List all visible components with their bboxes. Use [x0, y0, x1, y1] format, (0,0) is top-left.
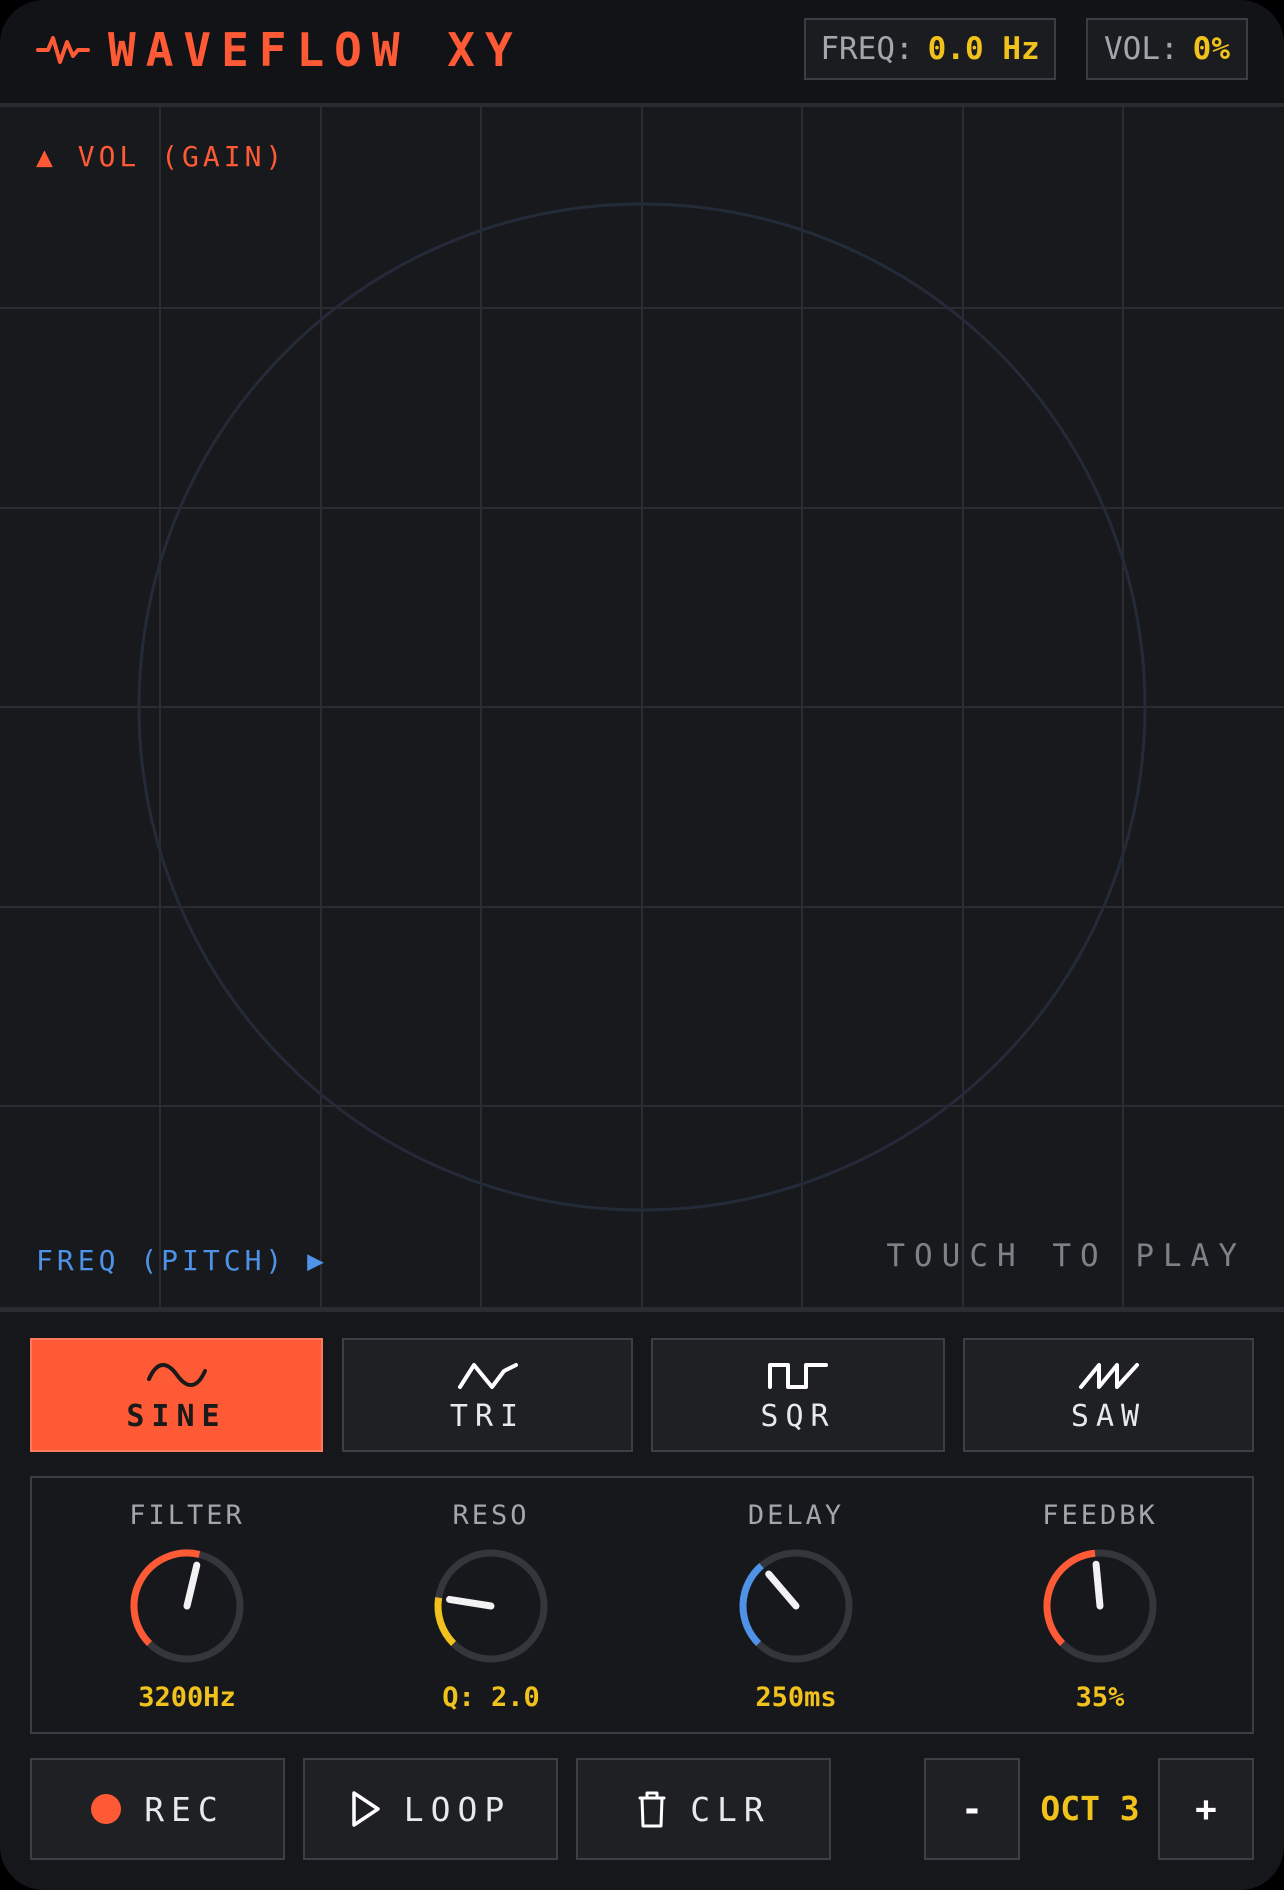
feedback-knob[interactable]: [1040, 1546, 1160, 1666]
delay-knob-label: DELAY: [747, 1500, 845, 1531]
delay-knob[interactable]: [736, 1546, 856, 1666]
waveform-tri-label: TRI: [449, 1398, 526, 1434]
waveform-sine-button[interactable]: SINE: [30, 1338, 323, 1452]
trash-icon: [638, 1791, 666, 1828]
waveform-sqr-button[interactable]: SQR: [651, 1338, 945, 1452]
effects-knob-panel: FILTER 3200Hz RESO Q: 2.0 DELAY 250ms FE…: [30, 1476, 1254, 1734]
x-axis-label: FREQ (PITCH) ▶: [36, 1244, 329, 1277]
waveform-sine-label: SINE: [126, 1398, 227, 1434]
feedback-knob-level-arc: [1043, 1549, 1096, 1646]
filter-knob-pointer: [183, 1561, 201, 1610]
app-title: WAVEFLOW XY: [108, 23, 523, 77]
waveform-sqr-label: SQR: [760, 1398, 836, 1434]
xy-pad[interactable]: [0, 107, 1284, 1307]
filter-knob-value: 3200Hz: [138, 1682, 236, 1713]
vol-readout-label: VOL:: [1104, 31, 1179, 67]
waveform-saw-label: SAW: [1070, 1398, 1147, 1434]
triangle-wave-icon: [457, 1362, 518, 1389]
play-icon: [352, 1791, 380, 1827]
delay-knob-value: 250ms: [755, 1682, 837, 1713]
vol-readout: VOL: 0%: [1086, 18, 1248, 80]
waveform-logo-icon: [36, 36, 90, 64]
record-dot-icon: [91, 1794, 122, 1824]
feedback-knob-label: FEEDBK: [1042, 1500, 1158, 1531]
octave-up-button[interactable]: +: [1158, 1758, 1254, 1860]
reso-knob-group: RESO Q: 2.0: [381, 1478, 601, 1732]
reso-knob-level-arc: [434, 1597, 457, 1646]
waveform-saw-button[interactable]: SAW: [963, 1338, 1254, 1452]
clear-button-label: CLR: [690, 1789, 771, 1829]
delay-knob-group: DELAY 250ms: [686, 1478, 906, 1732]
header-bar: WAVEFLOW XY FREQ: 0.0 Hz VOL: 0%: [0, 0, 1284, 107]
freq-readout-value: 0.0 Hz: [927, 31, 1040, 67]
reso-knob-pointer: [446, 1595, 495, 1610]
sawtooth-wave-icon: [1078, 1362, 1139, 1389]
sine-wave-icon: [146, 1362, 207, 1387]
square-wave-icon: [768, 1362, 828, 1389]
synth-app: WAVEFLOW XY FREQ: 0.0 Hz VOL: 0% ▲ VOL (…: [0, 0, 1284, 1890]
reso-knob[interactable]: [431, 1546, 551, 1666]
delay-knob-level-arc: [739, 1563, 764, 1646]
record-button[interactable]: REC: [30, 1758, 285, 1860]
record-button-label: REC: [144, 1789, 225, 1829]
filter-knob-label: FILTER: [129, 1500, 245, 1531]
xy-pad-grid: [0, 107, 1284, 1307]
pad-divider: [0, 1307, 1284, 1312]
y-axis-label: ▲ VOL (GAIN): [36, 140, 287, 173]
filter-knob[interactable]: [127, 1546, 247, 1666]
feedback-knob-value: 35%: [1075, 1682, 1125, 1713]
touch-hint: TOUCH TO PLAY: [886, 1238, 1246, 1274]
octave-down-button[interactable]: -: [924, 1758, 1020, 1860]
reso-knob-label: RESO: [452, 1500, 530, 1531]
vol-readout-value: 0%: [1192, 31, 1230, 67]
delay-knob-pointer: [765, 1570, 800, 1610]
freq-readout-label: FREQ:: [820, 31, 914, 67]
octave-label: OCT 3: [1040, 1789, 1140, 1828]
waveform-tri-button[interactable]: TRI: [342, 1338, 633, 1452]
loop-button-label: LOOP: [403, 1789, 512, 1829]
reso-knob-value: Q: 2.0: [442, 1682, 540, 1713]
freq-readout: FREQ: 0.0 Hz: [804, 18, 1056, 80]
loop-button[interactable]: LOOP: [303, 1758, 558, 1860]
feedback-knob-pointer: [1092, 1560, 1104, 1610]
clear-button[interactable]: CLR: [576, 1758, 831, 1860]
feedback-knob-group: FEEDBK 35%: [990, 1478, 1210, 1732]
filter-knob-group: FILTER 3200Hz: [77, 1478, 297, 1732]
